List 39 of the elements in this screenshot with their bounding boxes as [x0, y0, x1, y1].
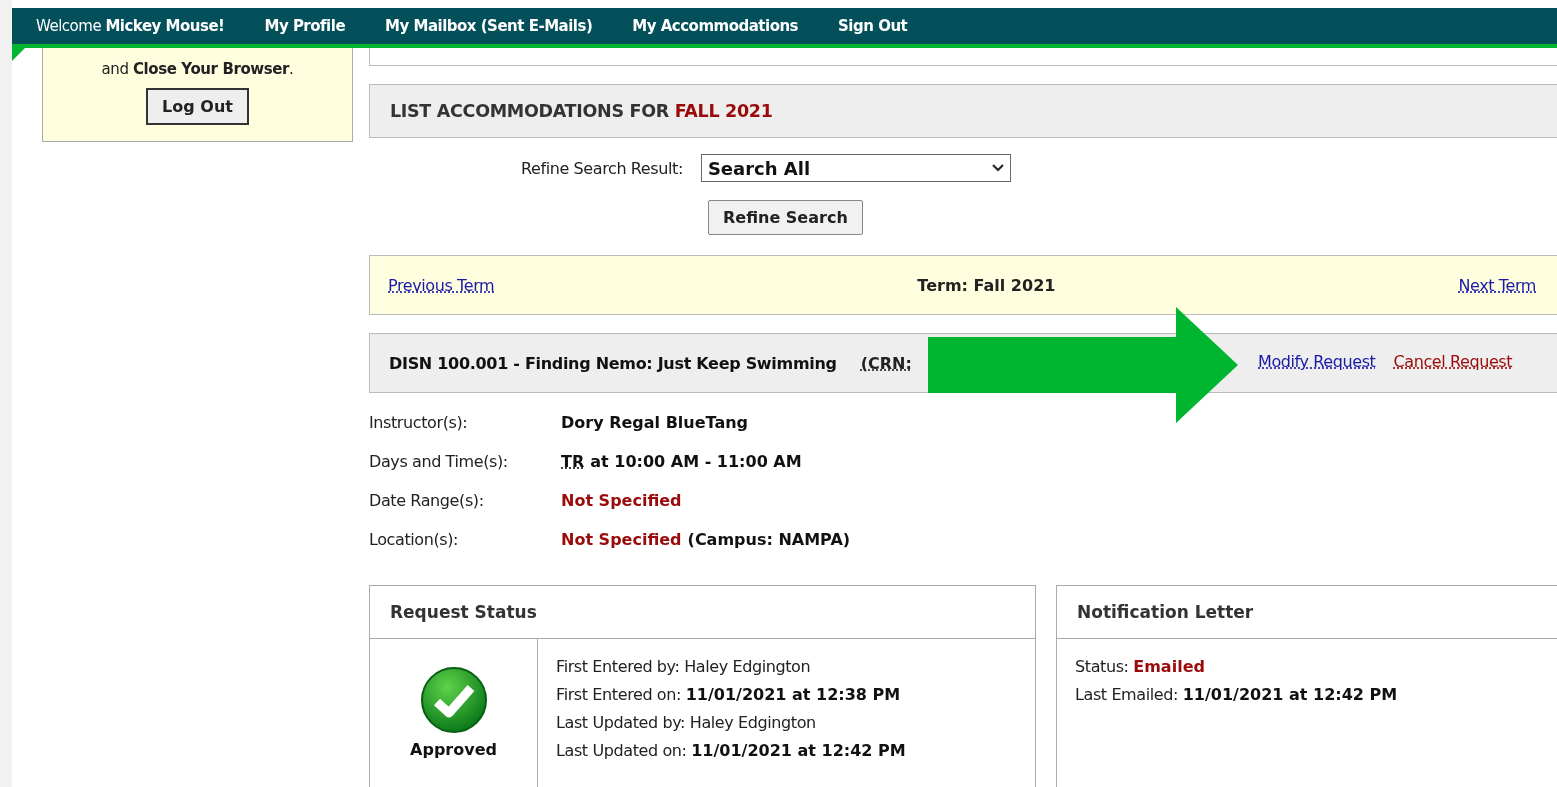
nav-link[interactable]: My Accommodations [632, 17, 799, 35]
detail-value: at 10:00 AM - 11:00 AM [590, 452, 802, 471]
next-term-link[interactable]: Next Term [1458, 275, 1536, 295]
previous-term-link[interactable]: Previous Term [388, 275, 495, 295]
list-title: LIST ACCOMMODATIONS FOR FALL 2021 [390, 101, 773, 121]
log-out-button[interactable]: Log Out [146, 88, 249, 125]
detail-value: (Campus: NAMPA) [687, 530, 851, 549]
detail-value: Not Specified [561, 530, 682, 549]
nav-link[interactable]: Sign Out [838, 17, 908, 35]
refine-label: Refine Search Result: [521, 158, 683, 178]
current-term: Term: Fall 2021 [917, 275, 1056, 295]
refine-search-button[interactable]: Refine Search [708, 200, 863, 235]
info-line: First Entered by: Haley Edgington [556, 657, 812, 676]
crn-label: (CRN: [860, 353, 912, 373]
welcome-text: Welcome Mickey Mouse! [36, 17, 225, 35]
caret-icon [991, 164, 1004, 172]
detail-label: Days and Time(s): [369, 452, 509, 471]
days-abbreviation: TR [561, 452, 585, 471]
status-text: Approved [410, 740, 497, 759]
detail-value: Dory Regal BlueTang [561, 413, 749, 432]
course-title: DISN 100.001 - Finding Nemo: Just Keep Swimming [389, 353, 837, 373]
info-line: First Entered on: 11/01/2021 at 12:38 PM [556, 685, 902, 704]
check-icon [419, 666, 488, 734]
detail-label: Date Range(s): [369, 491, 485, 510]
search-select[interactable]: Search All [700, 154, 1011, 182]
sidebar-note: and Close Your Browser. [101, 60, 294, 78]
request-link[interactable]: Modify Request [1258, 352, 1376, 371]
nav-link[interactable]: My Mailbox (Sent E-Mails) [385, 17, 593, 35]
info-line: Last Updated by: Haley Edgington [556, 713, 817, 732]
panel-title: Request Status [370, 586, 1035, 639]
detail-value: Not Specified [561, 491, 682, 510]
detail-label: Location(s): [369, 530, 460, 549]
nav-link[interactable]: My Profile [264, 17, 346, 35]
info-line: Last Emailed: 11/01/2021 at 12:42 PM [1075, 685, 1399, 704]
info-line: Status: Emailed [1075, 657, 1206, 676]
panel-title: Notification Letter [1057, 586, 1557, 639]
request-link[interactable]: Cancel Request [1393, 352, 1513, 371]
info-line: Last Updated on: 11/01/2021 at 12:42 PM [556, 741, 906, 760]
detail-label: Instructor(s): [369, 413, 469, 432]
